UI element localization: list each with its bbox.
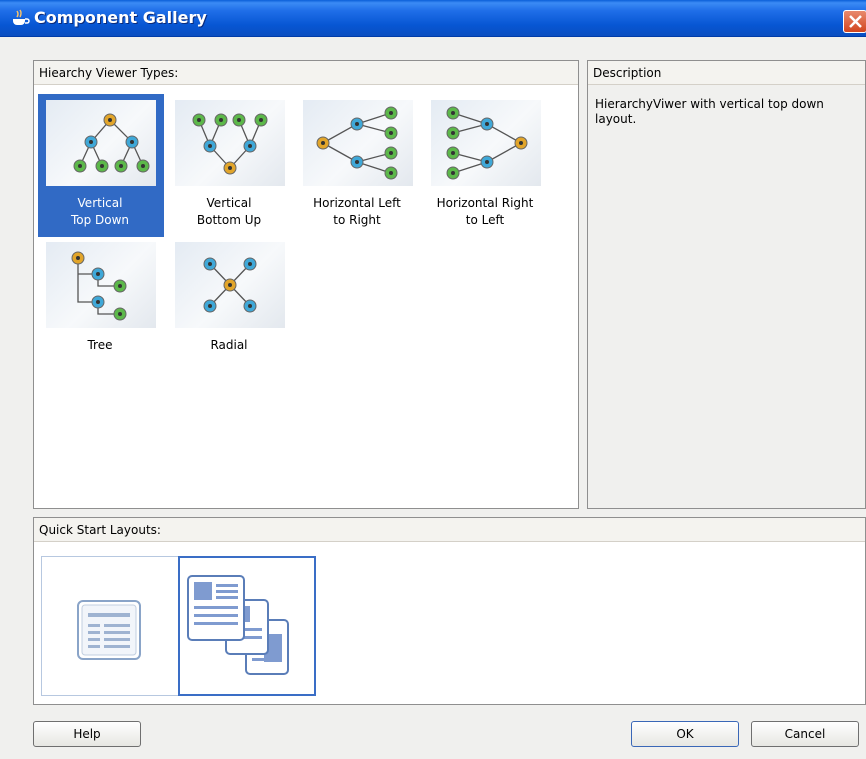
vertical-top-down-icon bbox=[46, 100, 156, 186]
type-item-label: Radial bbox=[210, 338, 248, 352]
type-item-label: Horizontal Left to Right bbox=[313, 196, 401, 227]
hierarchy-types-header: Hiearchy Viewer Types: bbox=[34, 61, 578, 85]
horizontal-left-to-right-icon bbox=[303, 100, 413, 186]
description-text: HierarchyViwer with vertical top down la… bbox=[595, 97, 824, 126]
close-icon bbox=[849, 15, 862, 28]
type-item-label: Horizontal Right to Left bbox=[436, 196, 534, 227]
quick-start-item-stacked[interactable] bbox=[178, 556, 316, 696]
title-bar[interactable]: Component Gallery bbox=[0, 0, 866, 37]
type-item-horizontal-right-to-left[interactable]: Horizontal Right to Left bbox=[423, 94, 547, 236]
cancel-button[interactable]: Cancel bbox=[751, 721, 859, 747]
type-item-label: Tree bbox=[87, 338, 113, 352]
ok-button[interactable]: OK bbox=[631, 721, 739, 747]
quick-start-header: Quick Start Layouts: bbox=[34, 518, 865, 542]
dialog-title: Component Gallery bbox=[34, 8, 207, 27]
radial-layout-icon bbox=[175, 242, 285, 328]
tree-layout-icon bbox=[46, 242, 156, 328]
type-item-label: Vertical Bottom Up bbox=[196, 196, 262, 227]
stacked-pages-layout-icon bbox=[187, 575, 289, 675]
type-item-radial[interactable]: Radial bbox=[167, 236, 291, 378]
vertical-bottom-up-icon bbox=[175, 100, 285, 186]
help-button-label: Help bbox=[73, 727, 101, 741]
type-item-vertical-bottom-up[interactable]: Vertical Bottom Up bbox=[167, 94, 291, 236]
quick-start-item-single[interactable] bbox=[41, 556, 179, 696]
description-header: Description bbox=[588, 61, 865, 85]
cancel-button-label: Cancel bbox=[784, 727, 826, 741]
type-item-vertical-top-down[interactable]: Vertical Top Down bbox=[38, 94, 162, 236]
type-item-label: Vertical Top Down bbox=[70, 196, 130, 227]
close-button[interactable] bbox=[843, 10, 866, 33]
component-gallery-dialog: Component Gallery Hiearchy Viewer Types: bbox=[0, 0, 866, 759]
help-button[interactable]: Help bbox=[33, 721, 141, 747]
description-panel: Description HierarchyViwer with vertical… bbox=[587, 60, 866, 509]
cup-icon bbox=[13, 9, 30, 25]
ok-button-label: OK bbox=[676, 727, 694, 741]
type-item-horizontal-left-to-right[interactable]: Horizontal Left to Right bbox=[295, 94, 419, 236]
single-page-layout-icon bbox=[77, 600, 141, 660]
quick-start-panel: Quick Start Layouts: bbox=[33, 517, 866, 705]
type-item-tree[interactable]: Tree bbox=[38, 236, 162, 378]
horizontal-right-to-left-icon bbox=[431, 100, 541, 186]
